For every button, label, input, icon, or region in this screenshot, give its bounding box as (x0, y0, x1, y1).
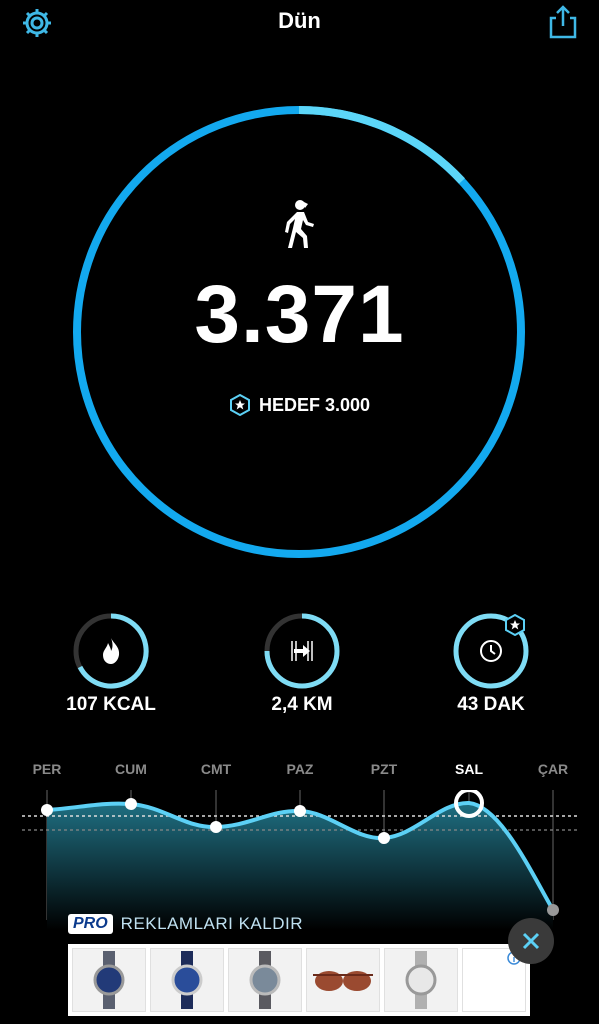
ad-product-watch-3[interactable] (228, 948, 302, 1012)
day-label-per[interactable]: PER (17, 761, 77, 777)
calories-stat[interactable] (72, 612, 150, 690)
week-steps-chart (22, 790, 580, 930)
achievement-badge-icon (505, 614, 525, 636)
share-icon (549, 5, 577, 39)
calories-label: 107 KCAL (66, 694, 156, 715)
walking-icon (278, 198, 318, 255)
day-label-paz[interactable]: PAZ (270, 761, 330, 777)
point-car (547, 904, 559, 916)
day-label-cum[interactable]: CUM (101, 761, 161, 777)
distance-label: 2,4 KM (271, 694, 333, 715)
day-label-pzt[interactable]: PZT (354, 761, 414, 777)
day-label-cmt[interactable]: CMT (186, 761, 246, 777)
remove-ads-label: REKLAMLARI KALDIR (120, 914, 304, 933)
ad-product-sunglasses[interactable] (306, 948, 380, 1012)
close-icon (522, 932, 540, 950)
point-per (41, 804, 53, 816)
clock-icon (480, 640, 502, 662)
day-label-sal[interactable]: SAL (439, 761, 499, 777)
flame-icon (103, 638, 120, 664)
duration-label: 43 DAK (457, 694, 525, 715)
point-cmt (210, 821, 222, 833)
step-count: 3.371 (194, 269, 405, 360)
step-goal: HEDEF 3.000 (0, 394, 599, 416)
ad-banner[interactable] (68, 944, 530, 1016)
ad-product-watch-2[interactable] (150, 948, 224, 1012)
point-paz (294, 805, 306, 817)
day-label-car[interactable]: ÇAR (523, 761, 583, 777)
ad-product-watch-1[interactable] (72, 948, 146, 1012)
share-button[interactable] (546, 4, 580, 40)
goal-badge-icon (229, 394, 250, 416)
pro-badge: PRO (68, 914, 113, 934)
chart-area (47, 802, 553, 930)
duration-stat[interactable] (452, 612, 530, 690)
remove-ads-link[interactable]: PRO REKLAMLARI KALDIR (68, 914, 303, 934)
page-title: Dün (278, 8, 321, 33)
ad-product-watch-4[interactable] (384, 948, 458, 1012)
close-ad-button[interactable] (508, 918, 554, 964)
distance-arrow-icon (291, 641, 313, 661)
point-pzt (378, 832, 390, 844)
distance-stat[interactable] (263, 612, 341, 690)
goal-label: HEDEF 3.000 (258, 394, 371, 415)
point-cum (125, 798, 137, 810)
